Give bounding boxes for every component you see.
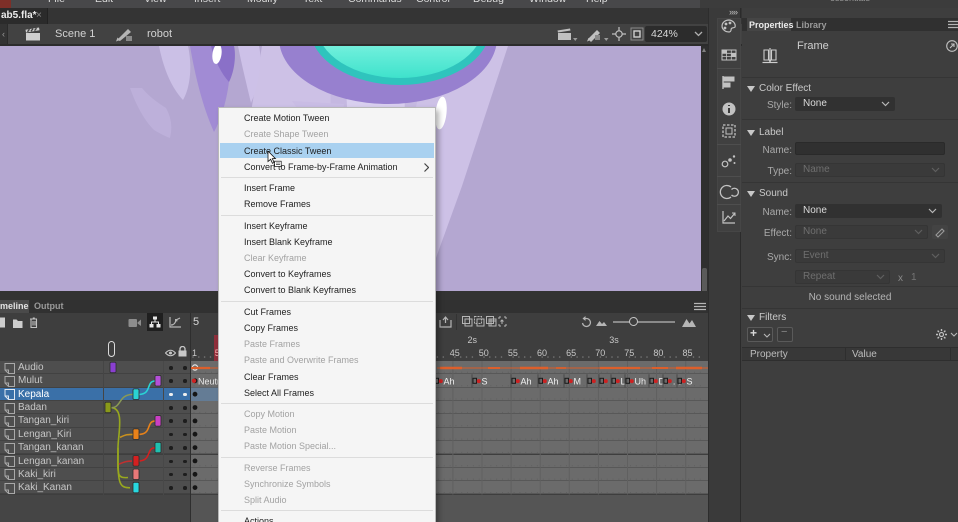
svg-text:M: M: [574, 376, 582, 386]
svg-text:Uh: Uh: [635, 376, 647, 386]
svg-text:S: S: [482, 376, 488, 386]
svg-text:Ah: Ah: [548, 376, 559, 386]
svg-text:S: S: [687, 376, 693, 386]
svg-text:Ah: Ah: [521, 376, 532, 386]
svg-text:Ah: Ah: [444, 376, 455, 386]
